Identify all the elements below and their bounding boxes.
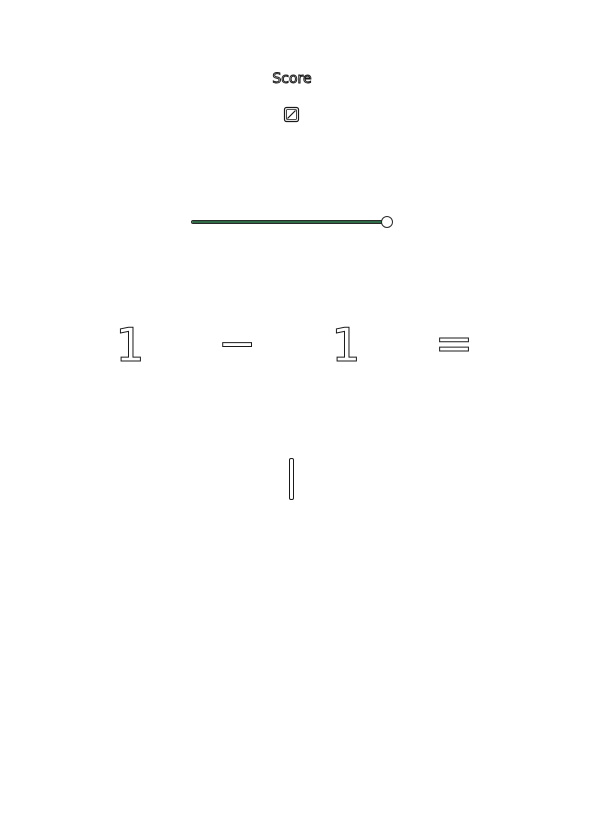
slider-fill — [192, 221, 387, 223]
equals-sign: = — [434, 316, 474, 370]
operand-b: 1 — [331, 318, 361, 372]
score-label: Score — [272, 71, 312, 87]
operand-a: 1 — [115, 318, 145, 372]
score-slider[interactable] — [188, 212, 400, 234]
operator-minus: − — [217, 316, 257, 370]
answer-input-cursor[interactable] — [289, 458, 294, 500]
slider-track[interactable] — [191, 220, 391, 224]
score-toggle-checkbox-icon[interactable] — [283, 106, 300, 123]
slider-thumb[interactable] — [381, 216, 393, 228]
